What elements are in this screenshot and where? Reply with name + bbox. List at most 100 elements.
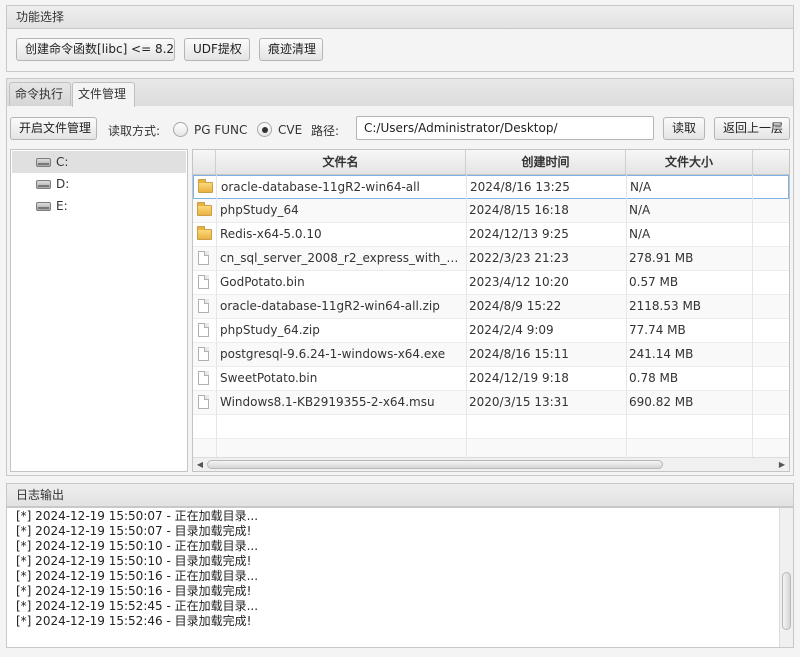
log-line: [*] 2024-12-19 15:50:16 - 正在加载目录... — [16, 569, 259, 583]
file-icon — [198, 251, 209, 265]
file-name-cell: GodPotato.bin — [220, 275, 305, 289]
trace-clean-button[interactable]: 痕迹清理 — [259, 38, 323, 61]
folder-icon — [197, 226, 212, 240]
column-filename[interactable]: 文件名 — [216, 150, 466, 174]
file-name-cell: oracle-database-11gR2-win64-all — [221, 180, 420, 194]
file-name-cell: postgresql-9.6.24-1-windows-x64.exe — [220, 347, 446, 361]
path-label: 路径: — [311, 124, 340, 138]
table-row[interactable]: GodPotato.bin 2023/4/12 10:20 0.57 MB — [193, 271, 789, 295]
scroll-left-icon[interactable]: ◀ — [194, 459, 206, 471]
read-button[interactable]: 读取 — [663, 117, 705, 140]
drive-icon — [36, 158, 51, 167]
created-time-cell: 2024/12/13 9:25 — [469, 227, 569, 241]
scroll-right-icon[interactable]: ▶ — [776, 459, 788, 471]
table-row[interactable]: oracle-database-11gR2-win64-all.zip 2024/… — [193, 295, 789, 319]
radio-pg-func[interactable] — [173, 122, 188, 137]
drive-tree[interactable]: C: D: E: — [10, 149, 188, 472]
file-table-body: oracle-database-11gR2-win64-all 2024/8/16… — [193, 175, 789, 463]
created-time-cell: 2022/3/23 21:23 — [469, 251, 569, 265]
vertical-scrollbar[interactable] — [779, 508, 793, 647]
column-divider — [752, 175, 753, 471]
log-line: [*] 2024-12-19 15:52:45 - 正在加载目录... — [16, 599, 259, 613]
table-row[interactable]: phpStudy_64.zip 2024/2/4 9:09 77.74 MB — [193, 319, 789, 343]
column-divider — [626, 175, 627, 471]
log-line: [*] 2024-12-19 15:50:16 - 目录加载完成! — [16, 584, 252, 598]
tree-item-label: D: — [56, 177, 70, 191]
table-row[interactable]: phpStudy_64 2024/8/15 16:18 N/A — [193, 199, 789, 223]
column-created-time[interactable]: 创建时间 — [466, 150, 626, 174]
created-time-cell: 2020/3/15 13:31 — [469, 395, 569, 409]
column-file-size[interactable]: 文件大小 — [626, 150, 753, 174]
file-name-cell: SweetPotato.bin — [220, 371, 318, 385]
table-row[interactable]: cn_sql_server_2008_r2_express_with_ma...… — [193, 247, 789, 271]
table-row[interactable]: Windows8.1-KB2919355-2-x64.msu 2020/3/15 … — [193, 391, 789, 415]
tree-item-label: C: — [56, 155, 69, 169]
file-name-cell: phpStudy_64.zip — [220, 323, 320, 337]
drive-icon — [36, 180, 51, 189]
tab-command-exec[interactable]: 命令执行 — [9, 82, 71, 106]
function-panel-title: 功能选择 — [7, 6, 793, 29]
log-line: [*] 2024-12-19 15:50:07 - 目录加载完成! — [16, 524, 252, 538]
column-divider — [216, 175, 217, 471]
radio-cve[interactable] — [257, 122, 272, 137]
file-icon — [198, 371, 209, 385]
file-size-cell: 77.74 MB — [629, 323, 686, 337]
table-row[interactable]: oracle-database-11gR2-win64-all 2024/8/16… — [193, 175, 789, 199]
radio-cve-label[interactable]: CVE — [278, 123, 302, 137]
column-divider — [466, 175, 467, 471]
tree-item-drive-e[interactable]: E: — [12, 195, 186, 217]
tab-file-manage[interactable]: 文件管理 — [72, 82, 135, 107]
radio-pg-func-label[interactable]: PG FUNC — [194, 123, 247, 137]
file-size-cell: 241.14 MB — [629, 347, 694, 361]
file-size-cell: N/A — [629, 227, 651, 241]
file-size-cell: N/A — [629, 203, 651, 217]
file-size-cell: 690.82 MB — [629, 395, 694, 409]
file-size-cell: 278.91 MB — [629, 251, 694, 265]
table-row[interactable]: postgresql-9.6.24-1-windows-x64.exe 2024/… — [193, 343, 789, 367]
created-time-cell: 2024/8/16 15:11 — [469, 347, 569, 361]
vertical-scroll-thumb[interactable] — [782, 572, 791, 630]
created-time-cell: 2024/12/19 9:18 — [469, 371, 569, 385]
log-output[interactable]: [*] 2024-12-19 15:50:07 - 正在加载目录... [*] … — [7, 507, 793, 647]
table-row[interactable] — [193, 415, 789, 439]
log-line: [*] 2024-12-19 15:50:10 - 目录加载完成! — [16, 554, 252, 568]
file-name-cell: oracle-database-11gR2-win64-all.zip — [220, 299, 440, 313]
horizontal-scrollbar[interactable]: ◀ ▶ — [193, 457, 789, 471]
created-time-cell: 2024/8/15 16:18 — [469, 203, 569, 217]
file-name-cell: phpStudy_64 — [220, 203, 299, 217]
folder-icon — [197, 202, 212, 216]
table-row[interactable]: SweetPotato.bin 2024/12/19 9:18 0.78 MB — [193, 367, 789, 391]
file-icon — [198, 299, 209, 313]
read-mode-label: 读取方式: — [108, 124, 161, 138]
udf-privilege-button[interactable]: UDF提权 — [184, 38, 250, 61]
go-up-button[interactable]: 返回上一层 — [714, 117, 790, 140]
file-size-cell: 2118.53 MB — [629, 299, 702, 313]
file-table[interactable]: 文件名 创建时间 文件大小 oracle-database-11gR2-win6… — [192, 149, 790, 472]
log-line: [*] 2024-12-19 15:50:07 - 正在加载目录... — [16, 509, 259, 523]
horizontal-scroll-thumb[interactable] — [207, 460, 663, 469]
created-time-cell: 2024/2/4 9:09 — [469, 323, 554, 337]
file-name-cell: cn_sql_server_2008_r2_express_with_ma... — [220, 251, 464, 265]
tree-item-label: E: — [56, 199, 68, 213]
log-panel-title: 日志输出 — [7, 484, 793, 507]
create-libc-function-button[interactable]: 创建命令函数[libc] <= 8.2 — [16, 38, 175, 61]
log-line: [*] 2024-12-19 15:50:10 - 正在加载目录... — [16, 539, 259, 553]
file-table-header: 文件名 创建时间 文件大小 — [193, 150, 789, 175]
file-size-cell: 0.57 MB — [629, 275, 679, 289]
created-time-cell: 2023/4/12 10:20 — [469, 275, 569, 289]
file-icon — [198, 395, 209, 409]
log-line: [*] 2024-12-19 15:52:46 - 目录加载完成! — [16, 614, 252, 628]
path-input[interactable] — [356, 116, 654, 140]
table-row[interactable]: Redis-x64-5.0.10 2024/12/13 9:25 N/A — [193, 223, 789, 247]
open-file-manager-button[interactable]: 开启文件管理 — [10, 117, 97, 140]
tree-item-drive-d[interactable]: D: — [12, 173, 186, 195]
drive-icon — [36, 202, 51, 211]
created-time-cell: 2024/8/9 15:22 — [469, 299, 562, 313]
folder-icon — [198, 179, 213, 193]
tab-bar: 命令执行 文件管理 — [6, 78, 794, 107]
created-time-cell: 2024/8/16 13:25 — [470, 180, 570, 194]
file-size-cell: N/A — [630, 180, 652, 194]
tree-item-drive-c[interactable]: C: — [12, 151, 186, 173]
file-name-cell: Redis-x64-5.0.10 — [220, 227, 322, 241]
file-icon — [198, 323, 209, 337]
